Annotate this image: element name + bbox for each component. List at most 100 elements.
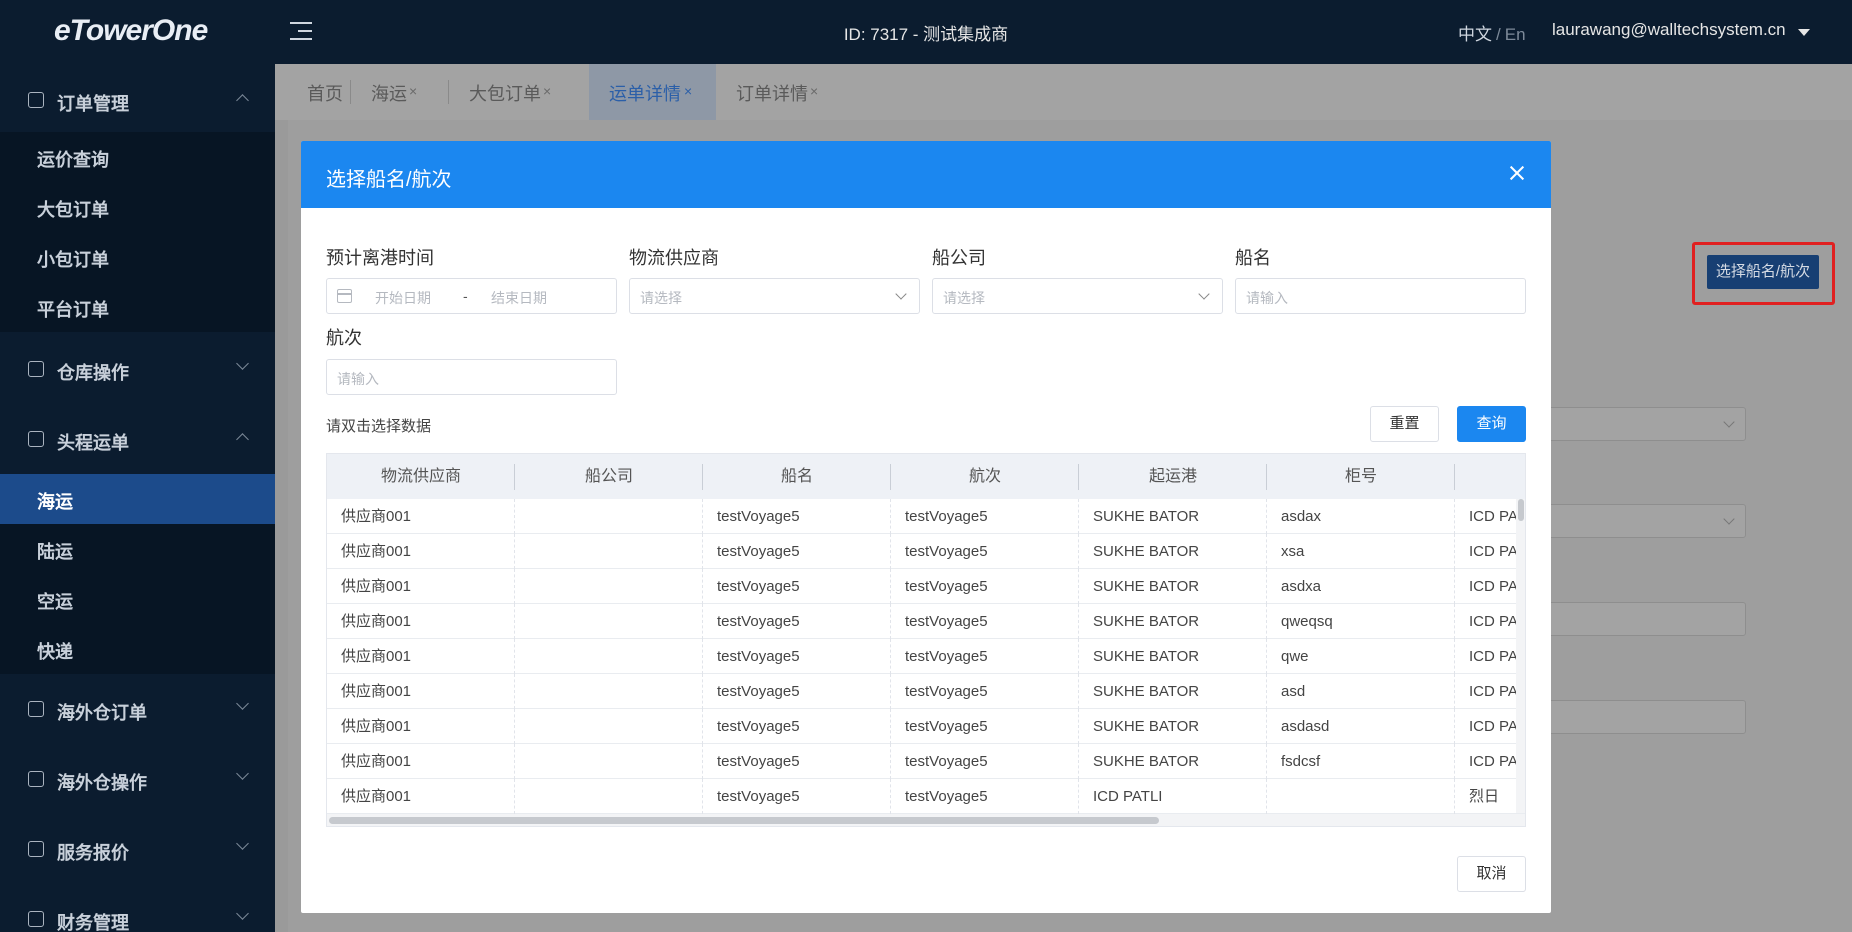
table-cell: testVoyage5 (891, 744, 1079, 779)
tab-close-icon[interactable]: × (543, 83, 551, 99)
sidebar-item-express[interactable]: 快递 (0, 624, 275, 674)
table-row[interactable]: 供应商001 testVoyage5 testVoyage5 SUKHE BATOR a… (327, 709, 1525, 744)
tab-close-icon[interactable]: × (810, 83, 818, 99)
table-cell (515, 709, 703, 744)
sidebar-item-parcel-order[interactable]: 小包订单 (0, 232, 275, 282)
table-cell: fsdcsf (1267, 744, 1455, 779)
table-row[interactable]: 供应商001 testVoyage5 testVoyage5 SUKHE BATOR a… (327, 499, 1525, 534)
tab-close-icon[interactable]: × (409, 83, 417, 99)
query-button[interactable]: 查询 (1457, 406, 1526, 442)
background-input-field[interactable] (1540, 602, 1746, 636)
table-cell: SUKHE BATOR (1079, 499, 1267, 534)
tab-bulk-order[interactable]: 大包订单 × (449, 64, 577, 120)
sidebar-item-air[interactable]: 空运 (0, 574, 275, 624)
table-cell: testVoyage5 (891, 709, 1079, 744)
vessel-table: 物流供应商 船公司 船名 航次 起运港 柜号 卸 供应商001 testVoyag… (326, 453, 1526, 827)
chevron-down-icon (236, 357, 249, 370)
language-switch[interactable]: 中文 / En (1458, 20, 1526, 45)
sidebar-group-overseas-order[interactable]: 海外仓订单 (0, 685, 275, 735)
table-cell: testVoyage5 (891, 499, 1079, 534)
integrator-id: ID: 7317 - 测试集成商 (843, 25, 1009, 44)
lang-zh[interactable]: 中文 (1458, 25, 1492, 44)
table-cell: testVoyage5 (703, 534, 891, 569)
table-cell (515, 534, 703, 569)
end-date-input[interactable]: 结束日期 (491, 288, 547, 308)
tab-sea[interactable]: 海运 × (351, 64, 449, 120)
table-cell: 供应商001 (327, 709, 515, 744)
user-dropdown-caret-icon[interactable] (1798, 29, 1810, 36)
sidebar-item-rate-query[interactable]: 运价查询 (0, 132, 275, 182)
table-row[interactable]: 供应商001 testVoyage5 testVoyage5 SUKHE BATOR q… (327, 639, 1525, 674)
tab-waybill-detail[interactable]: 运单详情 × (589, 64, 716, 120)
sidebar-group-overseas-warehouse[interactable]: 海外仓操作 (0, 755, 275, 805)
table-cell: qwe (1267, 639, 1455, 674)
table-row[interactable]: 供应商001 testVoyage5 testVoyage5 SUKHE BATOR f… (327, 744, 1525, 779)
sidebar-group-quote[interactable]: 服务报价 (0, 825, 275, 875)
cancel-button[interactable]: 取消 (1457, 856, 1526, 892)
voyage-label: 航次 (326, 328, 362, 348)
sidebar-group-first-leg[interactable]: 头程运单 (0, 415, 275, 465)
table-row[interactable]: 供应商001 testVoyage5 testVoyage5 SUKHE BATOR x… (327, 534, 1525, 569)
quote-icon (28, 841, 44, 857)
column-header[interactable]: 起运港 (1079, 454, 1267, 499)
vertical-scrollbar[interactable] (1516, 499, 1525, 813)
tab-close-icon[interactable]: × (684, 83, 692, 99)
vessel-input[interactable]: 请输入 (1235, 278, 1526, 314)
table-cell: SUKHE BATOR (1079, 674, 1267, 709)
tab-home[interactable]: 首页 (287, 64, 351, 120)
table-cell: 供应商001 (327, 779, 515, 814)
etd-date-range[interactable]: 开始日期 - 结束日期 (326, 278, 617, 314)
table-cell: testVoyage5 (891, 569, 1079, 604)
table-cell: SUKHE BATOR (1079, 569, 1267, 604)
column-header[interactable]: 卸 (1455, 454, 1525, 499)
voyage-input[interactable]: 请输入 (326, 359, 617, 395)
sidebar-item-sea[interactable]: 海运 (0, 474, 275, 524)
sidebar-group-warehouse[interactable]: 仓库操作 (0, 345, 275, 395)
sidebar-item-bulk-order[interactable]: 大包订单 (0, 182, 275, 232)
sidebar-item-platform-order[interactable]: 平台订单 (0, 282, 275, 332)
vessel-label: 船名 (1235, 248, 1271, 268)
select-vessel-modal: 选择船名/航次 预计离港时间 开始日期 - 结束日期 物流供应商 请选择 船公司… (301, 141, 1551, 913)
carrier-select[interactable]: 请选择 (932, 278, 1223, 314)
close-icon[interactable] (1507, 163, 1527, 183)
chevron-down-icon (236, 697, 249, 710)
modal-title: 选择船名/航次 (326, 169, 452, 191)
chevron-up-icon (236, 94, 249, 107)
overseas-order-icon (28, 701, 44, 717)
provider-select[interactable]: 请选择 (629, 278, 920, 314)
start-date-input[interactable]: 开始日期 (375, 288, 431, 308)
column-header[interactable]: 柜号 (1267, 454, 1455, 499)
sidebar-group-finance[interactable]: 财务管理 (0, 895, 275, 932)
background-select-field[interactable] (1540, 504, 1746, 538)
lang-en[interactable]: En (1505, 25, 1526, 44)
column-header[interactable]: 船公司 (515, 454, 703, 499)
finance-icon (28, 911, 44, 927)
column-header[interactable]: 物流供应商 (327, 454, 515, 499)
table-cell (515, 569, 703, 604)
background-input-field[interactable] (1540, 700, 1746, 734)
table-row[interactable]: 供应商001 testVoyage5 testVoyage5 SUKHE BATOR q… (327, 604, 1525, 639)
table-cell: 供应商001 (327, 569, 515, 604)
table-cell: 供应商001 (327, 674, 515, 709)
column-header[interactable]: 船名 (703, 454, 891, 499)
table-cell: testVoyage5 (703, 709, 891, 744)
menu-toggle-icon[interactable] (290, 20, 314, 42)
table-row[interactable]: 供应商001 testVoyage5 testVoyage5 SUKHE BATOR a… (327, 569, 1525, 604)
tab-order-detail[interactable]: 订单详情 × (716, 64, 844, 120)
sidebar-group-order[interactable]: 订单管理 (0, 76, 275, 126)
table-cell: asdax (1267, 499, 1455, 534)
sidebar-item-land[interactable]: 陆运 (0, 524, 275, 574)
calendar-icon (337, 289, 352, 303)
chevron-down-icon (895, 288, 907, 300)
table-row[interactable]: 供应商001 testVoyage5 testVoyage5 ICD PATLI 烈日 (327, 779, 1525, 814)
column-header[interactable]: 航次 (891, 454, 1079, 499)
reset-button[interactable]: 重置 (1370, 406, 1439, 442)
table-cell: 供应商001 (327, 744, 515, 779)
table-row[interactable]: 供应商001 testVoyage5 testVoyage5 SUKHE BATOR a… (327, 674, 1525, 709)
user-email[interactable]: laurawang@walltechsystem.cn (1552, 20, 1786, 40)
table-cell: 供应商001 (327, 534, 515, 569)
table-cell: SUKHE BATOR (1079, 604, 1267, 639)
horizontal-scrollbar[interactable] (327, 814, 1525, 826)
background-select-field[interactable] (1540, 407, 1746, 441)
double-click-hint: 请双击选择数据 (326, 418, 432, 435)
